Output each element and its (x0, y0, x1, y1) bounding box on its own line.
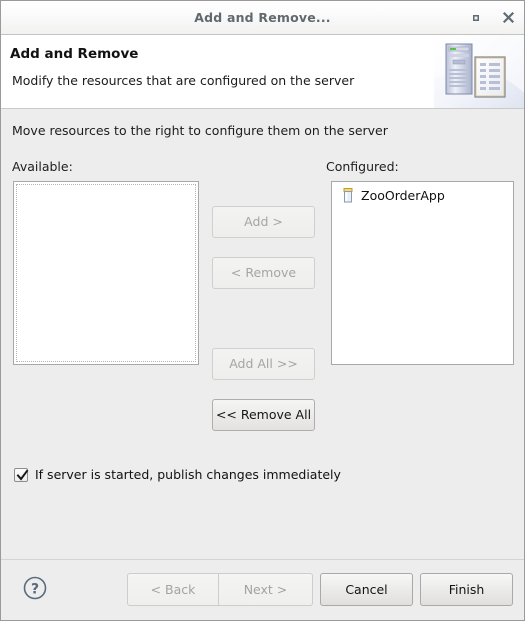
cancel-button[interactable]: Cancel (320, 573, 413, 606)
dialog-body: Move resources to the right to configure… (1, 109, 524, 559)
publish-immediately-label: If server is started, publish changes im… (35, 467, 341, 482)
next-button[interactable]: Next > (219, 573, 313, 606)
close-icon[interactable] (499, 9, 517, 27)
list-item[interactable]: ZooOrderApp (332, 182, 513, 203)
publish-immediately-checkbox[interactable] (14, 467, 29, 482)
maximize-icon[interactable] (467, 9, 485, 27)
window-controls (467, 1, 517, 34)
title-bar: Add and Remove... (1, 1, 524, 35)
page-title: Add and Remove (10, 46, 139, 62)
available-list[interactable] (13, 181, 199, 365)
instruction-text: Move resources to the right to configure… (12, 123, 388, 138)
dialog-header: Add and Remove Modify the resources that… (1, 35, 524, 109)
server-and-document-icon (434, 35, 524, 108)
finish-button[interactable]: Finish (420, 573, 513, 606)
svg-text:?: ? (31, 581, 39, 597)
configured-label: Configured: (326, 159, 399, 174)
remove-all-button[interactable]: << Remove All (212, 399, 315, 431)
back-button[interactable]: < Back (127, 573, 219, 606)
page-description: Modify the resources that are configured… (12, 73, 355, 88)
dialog-footer: ? < Back Next > Cancel Finish (1, 559, 524, 620)
list-item-label: ZooOrderApp (361, 188, 445, 203)
available-label: Available: (12, 159, 73, 174)
configured-list[interactable]: ZooOrderApp (331, 181, 514, 365)
add-and-remove-dialog: Add and Remove... Add and Remove Modify … (0, 0, 525, 621)
publish-immediately-row[interactable]: If server is started, publish changes im… (14, 467, 341, 482)
add-all-button[interactable]: Add All >> (212, 348, 315, 380)
add-button[interactable]: Add > (212, 206, 315, 238)
help-question-icon[interactable]: ? (21, 574, 49, 602)
remove-button[interactable]: < Remove (212, 257, 315, 289)
window-title: Add and Remove... (194, 10, 331, 25)
jar-icon (341, 188, 355, 203)
